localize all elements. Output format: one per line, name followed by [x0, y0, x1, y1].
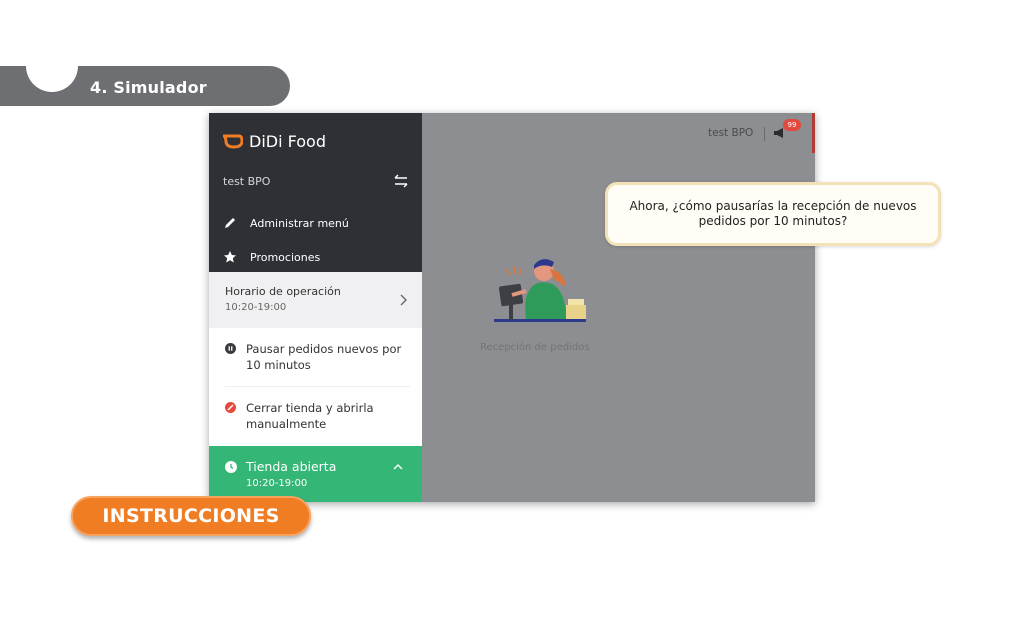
operating-hours-row[interactable]: Horario de operación 10:20-19:00 [209, 272, 422, 328]
pause-icon [225, 343, 236, 354]
header-user[interactable]: test BPO [708, 127, 753, 139]
store-open-status[interactable]: Tienda abierta 10:20-19:00 [209, 446, 422, 502]
store-open-time: 10:20-19:00 [246, 478, 308, 489]
reception-label: Recepción de pedidos [480, 342, 590, 353]
header-divider [764, 127, 765, 141]
edge-strip [812, 113, 815, 153]
notification-badge: 99 [783, 119, 801, 131]
clock-icon [225, 461, 237, 473]
hours-time: 10:20-19:00 [225, 302, 287, 313]
brand: DiDi Food [223, 129, 326, 153]
instructions-button[interactable]: INSTRUCCIONES [71, 496, 311, 536]
didi-logo-icon [223, 134, 243, 149]
sidebar: DiDi Food test BPO Administrar menú Prom… [209, 113, 422, 502]
section-notch [26, 66, 78, 92]
main-content: test BPO 99 Recepción de pedidos [422, 113, 815, 502]
order-reception-illustration [494, 259, 586, 322]
swap-store-icon[interactable] [392, 173, 410, 189]
menu-item-administrar-menu[interactable]: Administrar menú [209, 206, 422, 240]
section-title: 4. Simulador [90, 78, 207, 97]
menu-item-promociones[interactable]: Promociones [209, 240, 422, 274]
store-open-title: Tienda abierta [246, 459, 337, 474]
section-header: 4. Simulador [0, 66, 290, 106]
close-store-icon [225, 402, 236, 413]
brand-name: DiDi Food [249, 131, 326, 151]
menu-item-label: Administrar menú [250, 216, 349, 230]
pencil-icon [225, 218, 235, 228]
close-store-label: Cerrar tienda y abrirla manualmente [246, 401, 374, 431]
pause-orders-label: Pausar pedidos nuevos por 10 minutos [246, 342, 402, 372]
chevron-right-icon [400, 294, 407, 306]
chevron-up-icon [393, 464, 403, 470]
app-window: DiDi Food test BPO Administrar menú Prom… [209, 113, 815, 502]
close-store-option[interactable]: Cerrar tienda y abrirla manualmente [209, 387, 422, 445]
menu-item-label: Promociones [250, 250, 321, 264]
instruction-tooltip: Ahora, ¿cómo pausarías la recepción de n… [605, 182, 941, 246]
star-icon [224, 251, 236, 263]
store-name: test BPO [223, 175, 271, 188]
tooltip-text: Ahora, ¿cómo pausarías la recepción de n… [629, 199, 917, 228]
hours-title: Horario de operación [225, 285, 341, 298]
pause-orders-option[interactable]: Pausar pedidos nuevos por 10 minutos [209, 328, 422, 386]
store-status-panel: Horario de operación 10:20-19:00 Pausar … [209, 272, 422, 502]
